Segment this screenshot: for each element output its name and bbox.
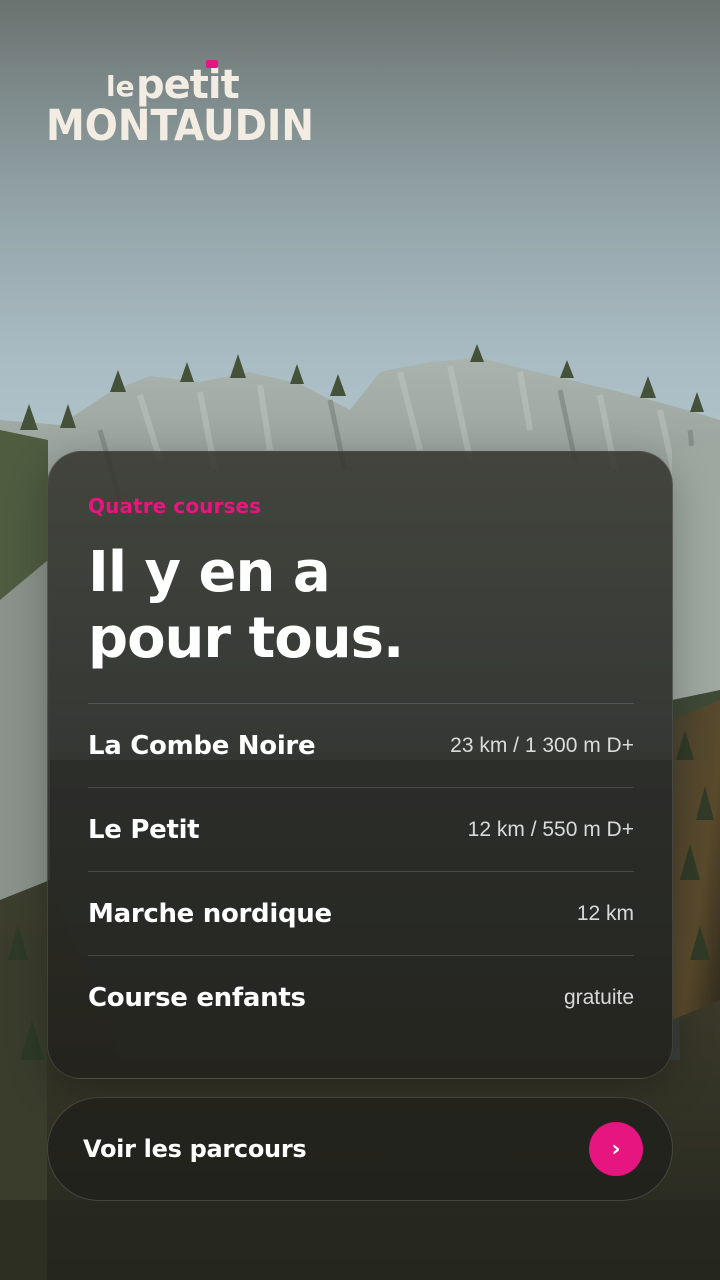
- course-name: La Combe Noire: [88, 730, 316, 761]
- headline-line-1: Il y en a: [88, 540, 331, 605]
- course-name: Course enfants: [88, 982, 306, 1013]
- course-name: Marche nordique: [88, 898, 332, 929]
- view-routes-button[interactable]: Voir les parcours ›: [47, 1097, 673, 1201]
- card-eyebrow: Quatre courses: [88, 494, 262, 518]
- course-distance: 23 km / 1 300 m D+: [450, 733, 634, 757]
- course-row-course-enfants: Course enfants gratuite: [88, 955, 634, 1039]
- logo-word-montaudin: MONTAUDIN: [46, 101, 314, 146]
- course-row-marche-nordique: Marche nordique 12 km: [88, 871, 634, 955]
- course-row-le-petit: Le Petit 12 km / 550 m D+: [88, 787, 634, 871]
- courses-card: Quatre courses Il y en a pour tous. La C…: [47, 451, 673, 1079]
- chevron-right-icon[interactable]: ›: [589, 1122, 643, 1176]
- logo-mark: le petit MONTAUDIN: [46, 60, 314, 151]
- course-name: Le Petit: [88, 814, 200, 845]
- card-headline: Il y en a pour tous.: [88, 540, 608, 672]
- course-row-la-combe-noire: La Combe Noire 23 km / 1 300 m D+: [88, 703, 634, 787]
- course-list: La Combe Noire 23 km / 1 300 m D+ Le Pet…: [88, 703, 634, 1039]
- course-price: gratuite: [563, 985, 634, 1009]
- brand-logo[interactable]: le petit MONTAUDIN: [46, 60, 318, 151]
- logo-word-le: le: [106, 70, 135, 103]
- course-distance: 12 km / 550 m D+: [467, 817, 634, 841]
- headline-line-2: pour tous.: [88, 606, 404, 671]
- logo-accent-dot: [206, 60, 218, 68]
- course-distance: 12 km: [576, 901, 634, 925]
- cta-label: Voir les parcours: [83, 1135, 307, 1163]
